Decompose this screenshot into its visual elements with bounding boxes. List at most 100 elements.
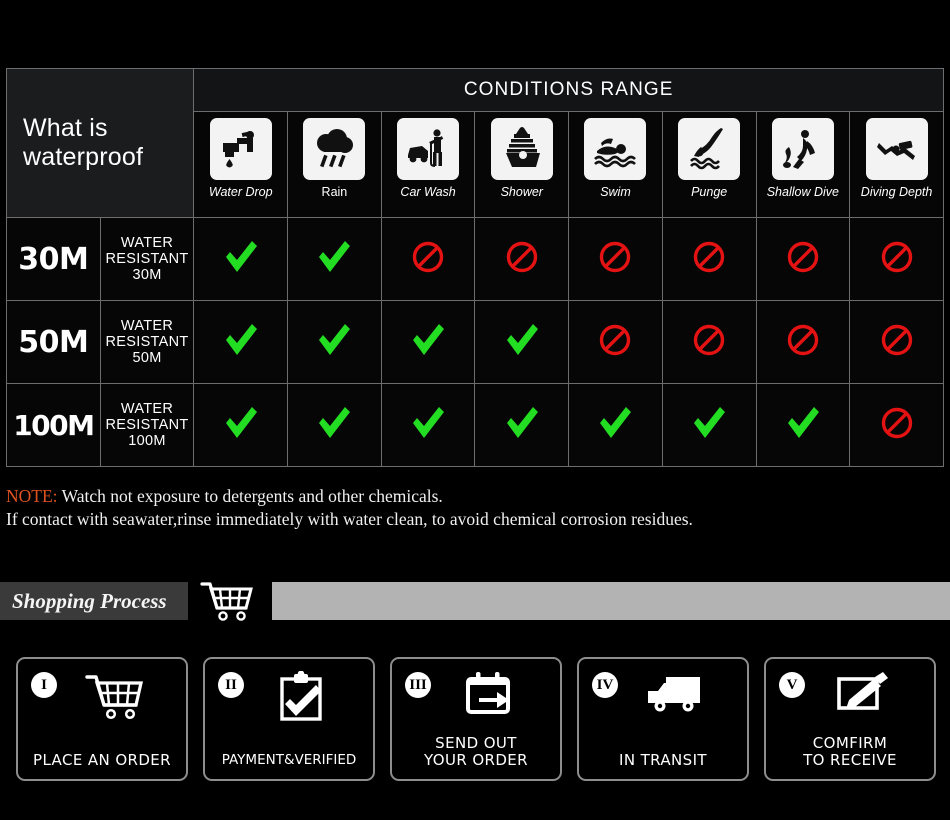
cell-30m-car-wash <box>380 217 476 301</box>
condition-label: Shallow Dive <box>766 185 839 199</box>
check-icon <box>596 405 634 441</box>
cell-30m-diving-depth <box>849 217 944 301</box>
condition-col-rain: Rain <box>287 111 382 218</box>
condition-label: Swim <box>600 185 631 199</box>
process-step-5[interactable]: V COMFIRM TO RECEIVE <box>764 657 936 781</box>
prohibition-icon <box>692 323 726 357</box>
condition-label: Water Drop <box>208 185 273 199</box>
cell-100m-swim <box>568 383 663 467</box>
condition-label: Punge <box>691 185 728 199</box>
prohibition-icon <box>880 323 914 357</box>
check-icon <box>503 405 541 441</box>
process-step-4[interactable]: IV IN TRANSIT <box>577 657 749 781</box>
prohibition-icon <box>786 240 820 274</box>
table-row: 30M WATER RESISTANT 30M <box>6 217 944 301</box>
cell-30m-water-drop <box>193 217 289 301</box>
cell-30m-rain <box>287 217 382 301</box>
note-line-2: If contact with seawater,rinse immediate… <box>6 509 693 529</box>
process-step-3[interactable]: III SEND OUT YOUR ORDER <box>390 657 562 781</box>
waterproof-table: What is waterproof CONDITIONS RANGE Wate… <box>5 68 944 467</box>
row-depth-badge: 100M <box>6 383 101 467</box>
delivery-truck-icon <box>642 671 708 722</box>
condition-col-shallow-dive: Shallow Dive <box>755 111 851 218</box>
check-icon <box>409 322 447 358</box>
check-icon <box>222 322 260 358</box>
row-depth-value: 100M <box>13 408 95 442</box>
prohibition-icon <box>598 323 632 357</box>
note-block: NOTE: Watch not exposure to detergents a… <box>6 485 936 531</box>
cell-30m-swim <box>568 217 663 301</box>
step-numeral: II <box>218 672 244 698</box>
edit-pencil-icon <box>831 671 893 722</box>
check-icon <box>315 239 353 275</box>
step-label: PAYMENT&VERIFIED <box>221 752 357 768</box>
condition-label: Rain <box>321 185 348 199</box>
row-depth-badge: 30M <box>6 217 101 301</box>
condition-label: Car Wash <box>400 185 456 199</box>
process-step-1[interactable]: I PLACE AN ORDER <box>16 657 188 781</box>
shopping-process-title-bar: Shopping Process <box>0 582 188 620</box>
shallow-dive-icon <box>771 118 834 180</box>
condition-col-swim: Swim <box>568 111 663 218</box>
step-label: COMFIRM TO RECEIVE <box>803 734 897 769</box>
plunge-diver-icon <box>678 118 741 180</box>
waterproof-table-container: What is waterproof CONDITIONS RANGE Wate… <box>5 68 944 467</box>
cell-100m-shower <box>474 383 570 467</box>
note-text-1: Watch not exposure to detergents and oth… <box>61 486 443 506</box>
condition-col-water-drop: Water Drop <box>193 111 289 218</box>
step-numeral: III <box>405 672 431 698</box>
cell-50m-swim <box>568 300 663 384</box>
car-wash-icon <box>397 118 460 180</box>
cell-50m-shallow-dive <box>755 300 851 384</box>
prohibition-icon <box>505 240 539 274</box>
shower-bathtub-icon <box>490 118 553 180</box>
shopping-cart-icon <box>81 671 147 728</box>
prohibition-icon <box>880 406 914 440</box>
cell-50m-shower <box>474 300 570 384</box>
shopping-process-bar: Shopping Process <box>0 582 950 621</box>
condition-label: Diving Depth <box>860 185 933 199</box>
shopping-process-title: Shopping Process <box>12 588 167 613</box>
step-label: IN TRANSIT <box>619 751 707 769</box>
swimmer-icon <box>584 118 647 180</box>
note-keyword: NOTE: <box>6 486 58 506</box>
process-steps: I PLACE AN ORDER II PAYMENT&VERIFIED III… <box>16 657 936 781</box>
cell-30m-shower <box>474 217 570 301</box>
clipboard-check-icon <box>272 670 330 730</box>
check-icon <box>784 405 822 441</box>
scuba-diver-icon <box>865 118 928 180</box>
cell-50m-punge <box>661 300 757 384</box>
prohibition-icon <box>786 323 820 357</box>
cell-30m-punge <box>661 217 757 301</box>
cell-100m-water-drop <box>193 383 289 467</box>
cell-100m-car-wash <box>380 383 476 467</box>
step-label: PLACE AN ORDER <box>33 751 171 769</box>
process-step-2[interactable]: II PAYMENT&VERIFIED <box>203 657 375 781</box>
step-numeral: IV <box>592 672 618 698</box>
cell-50m-water-drop <box>193 300 289 384</box>
prohibition-icon <box>598 240 632 274</box>
check-icon <box>409 405 447 441</box>
condition-label: Shower <box>500 185 543 199</box>
row-depth-badge: 50M <box>6 300 101 384</box>
step-numeral: V <box>779 672 805 698</box>
row-description: WATER RESISTANT 30M <box>99 217 195 301</box>
shopping-cart-icon <box>196 578 258 624</box>
step-numeral: I <box>31 672 57 698</box>
cell-100m-rain <box>287 383 382 467</box>
shopping-process-filler-bar <box>272 582 950 620</box>
prohibition-icon <box>411 240 445 274</box>
check-icon <box>503 322 541 358</box>
condition-col-shower: Shower <box>474 111 570 218</box>
check-icon <box>315 322 353 358</box>
cell-50m-diving-depth <box>849 300 944 384</box>
faucet-drop-icon <box>209 118 272 180</box>
prohibition-icon <box>692 240 726 274</box>
check-icon <box>222 405 260 441</box>
cell-30m-shallow-dive <box>755 217 851 301</box>
cell-100m-diving-depth <box>849 383 944 467</box>
condition-col-punge: Punge <box>661 111 757 218</box>
conditions-range-header: CONDITIONS RANGE <box>193 68 944 112</box>
table-header-row-1: What is waterproof CONDITIONS RANGE <box>5 68 944 218</box>
row-description: WATER RESISTANT 50M <box>99 300 195 384</box>
